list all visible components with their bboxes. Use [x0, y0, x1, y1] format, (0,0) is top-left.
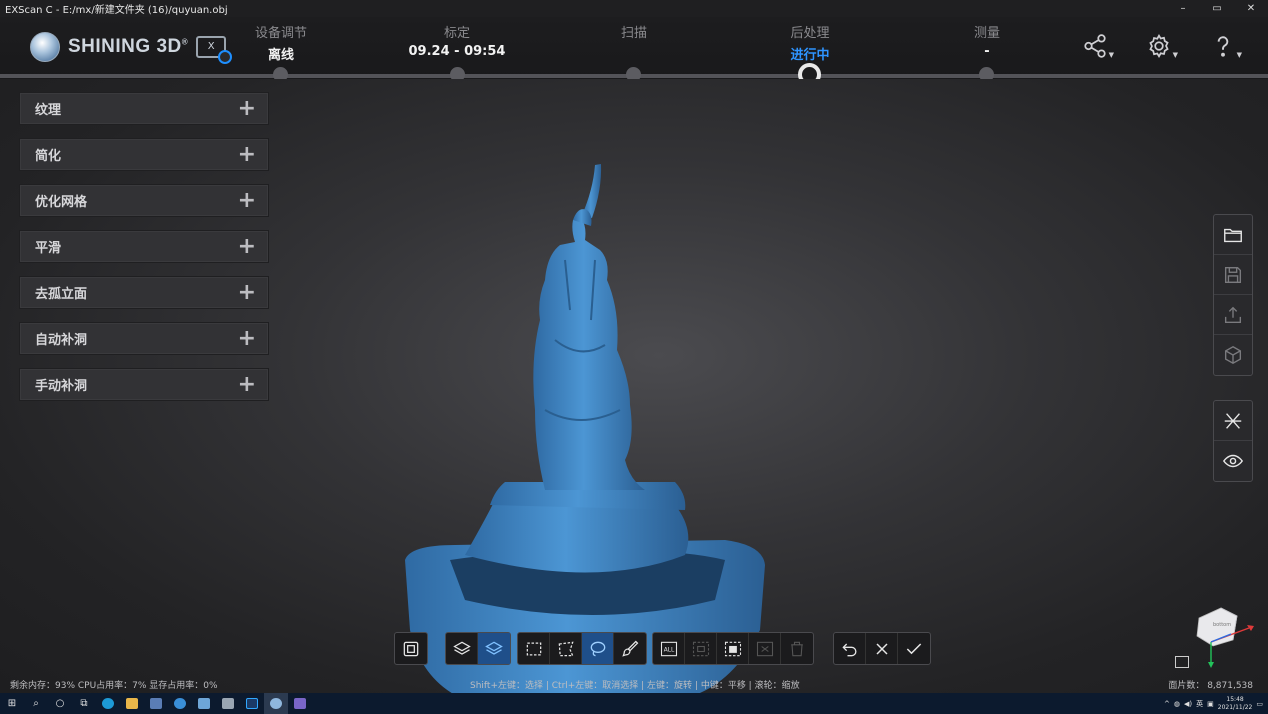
edge-icon[interactable] [96, 693, 120, 714]
volume-icon[interactable]: ◀) [1184, 700, 1192, 708]
tool-simplify[interactable]: 简化 + [19, 138, 269, 171]
windows-start-icon[interactable]: ⊞ [0, 693, 24, 714]
step-scan[interactable]: 扫描 [564, 22, 704, 44]
export-icon[interactable] [1214, 295, 1252, 335]
polygon-select-icon[interactable] [550, 633, 582, 664]
tray-chevron-icon[interactable]: ^ [1164, 700, 1170, 708]
select-all-icon[interactable]: ALL [653, 633, 685, 664]
share-icon[interactable]: ▼ [1082, 33, 1114, 61]
cortana-icon[interactable]: ○ [48, 693, 72, 714]
app-icon[interactable] [288, 693, 312, 714]
tool-smooth[interactable]: 平滑 + [19, 230, 269, 263]
layer-group [445, 632, 511, 665]
tool-texture[interactable]: 纹理 + [19, 92, 269, 125]
tool-optimize-mesh[interactable]: 优化网格 + [19, 184, 269, 217]
system-status: 剩余内存：93% CPU占用率：7% 显存占用率：0% [10, 681, 218, 691]
ime-icon[interactable]: 英 [1196, 699, 1203, 709]
expand-icon[interactable]: + [238, 143, 256, 166]
save-icon[interactable] [1214, 255, 1252, 295]
step-post-process[interactable]: 后处理 进行中 [740, 22, 880, 63]
face-count: 面片数： 8,871,538 [1168, 681, 1253, 691]
window-title: EXScan C - E:/mx/新建文件夹 (16)/quyuan.obj [5, 5, 228, 16]
scanned-model[interactable] [395, 160, 795, 700]
expand-icon[interactable]: + [238, 327, 256, 350]
confirm-group [833, 632, 931, 665]
app-icon[interactable] [192, 693, 216, 714]
gear-icon[interactable]: ▼ [1146, 33, 1178, 61]
view-fit-group [394, 632, 428, 665]
step-device-adjust[interactable]: 设备调节 离线 [211, 22, 351, 63]
search-icon[interactable]: ⌕ [24, 693, 48, 714]
lasso-select-icon[interactable] [582, 633, 614, 664]
file-toolbar [1213, 214, 1253, 376]
minimize-button[interactable]: – [1166, 0, 1200, 17]
zoom-fit-icon[interactable] [1175, 656, 1189, 668]
selection-edit-group: ALL [652, 632, 814, 665]
step-measure[interactable]: 测量 - [917, 22, 1057, 59]
view-toolbar [1213, 400, 1253, 482]
store-icon[interactable] [144, 693, 168, 714]
folder-icon[interactable] [1214, 215, 1252, 255]
invert-select-icon[interactable] [685, 633, 717, 664]
maximize-button[interactable]: ▭ [1200, 0, 1234, 17]
task-view-icon[interactable]: ⧉ [72, 693, 96, 714]
step-calibration[interactable]: 标定 09.24 - 09:54 [387, 22, 527, 59]
navigation-cube[interactable]: bottom [1193, 604, 1263, 674]
app-icon[interactable] [216, 693, 240, 714]
system-tray: ^ ◍ ◀) 英 ▣ 15:48 2021/11/22 ▭ [1164, 693, 1263, 714]
cube-face-label: bottom [1213, 622, 1231, 628]
cube-icon[interactable] [1214, 335, 1252, 375]
tool-remove-isolated[interactable]: 去孤立面 + [19, 276, 269, 309]
post-process-tool-list: 纹理 + 简化 + 优化网格 + 平滑 + 去孤立面 + 自动补洞 + 手动补洞 + [19, 92, 269, 414]
clear-select-icon[interactable] [749, 633, 781, 664]
selection-tool-group [517, 632, 647, 665]
eye-icon[interactable] [1214, 441, 1252, 481]
brush-select-icon[interactable] [614, 633, 646, 664]
notification-icon[interactable]: ▭ [1256, 700, 1263, 708]
rect-select-icon[interactable] [518, 633, 550, 664]
cancel-icon[interactable] [866, 633, 898, 664]
layers-icon[interactable] [446, 633, 478, 664]
mesh-icon[interactable] [1214, 401, 1252, 441]
workflow-steps: 设备调节 离线 标定 09.24 - 09:54 扫描 后处理 进行中 测量 - [0, 22, 1268, 63]
expand-icon[interactable]: + [238, 97, 256, 120]
apply-icon[interactable] [898, 633, 930, 664]
expand-icon[interactable]: + [238, 281, 256, 304]
expand-icon[interactable]: + [238, 373, 256, 396]
expand-icon[interactable]: + [238, 235, 256, 258]
tool-manual-fill-holes[interactable]: 手动补洞 + [19, 368, 269, 401]
delete-icon[interactable] [781, 633, 813, 664]
expand-icon[interactable]: + [238, 189, 256, 212]
select-connected-icon[interactable] [717, 633, 749, 664]
undo-icon[interactable] [834, 633, 866, 664]
layers-selected-icon[interactable] [478, 633, 510, 664]
svg-text:ALL: ALL [663, 647, 674, 653]
window-titlebar: EXScan C - E:/mx/新建文件夹 (16)/quyuan.obj –… [0, 0, 1268, 17]
os-taskbar: ⊞ ⌕ ○ ⧉ ^ ◍ ◀) 英 ▣ 15:48 2021/11/22 ▭ [0, 693, 1268, 714]
clock[interactable]: 15:48 2021/11/22 [1218, 696, 1253, 712]
mouse-hints: Shift+左键：选择 | Ctrl+左键：取消选择 | 左键：旋转 | 中键：… [470, 681, 800, 691]
view-fit-icon[interactable] [395, 633, 427, 664]
browser-icon[interactable] [168, 693, 192, 714]
file-explorer-icon[interactable] [120, 693, 144, 714]
exscan-taskbar-icon[interactable] [264, 693, 288, 714]
close-button[interactable]: ✕ [1234, 0, 1268, 17]
tool-auto-fill-holes[interactable]: 自动补洞 + [19, 322, 269, 355]
tray-app-icon[interactable]: ▣ [1207, 700, 1214, 708]
help-icon[interactable]: ▼ [1210, 33, 1242, 61]
photoshop-icon[interactable] [240, 693, 264, 714]
network-icon[interactable]: ◍ [1174, 700, 1180, 708]
